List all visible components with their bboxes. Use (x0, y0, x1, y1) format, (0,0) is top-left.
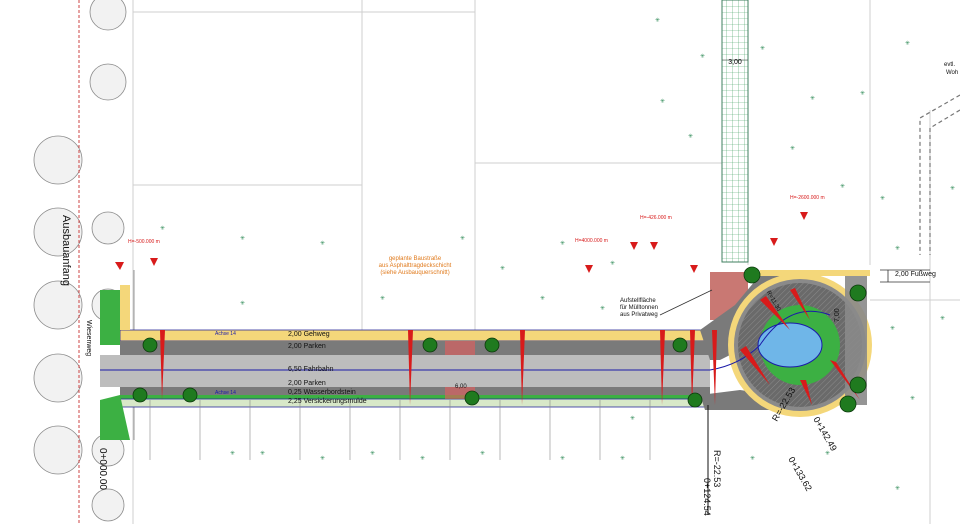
station-12454-label: 0+124.54 (702, 478, 712, 516)
site-plan-canvas: 3,00 ✳ ✳ ✳ ✳ ✳ ✳ ✳ ✳ ✳ ✳ ✳ ✳ ✳ ✳ ✳ ✳ ✳ ✳… (0, 0, 960, 524)
aufstell-label: Aufstellfläche für Mülltonnen aus Privat… (620, 298, 658, 319)
gehweg-label: 2,00 Gehweg (288, 331, 330, 338)
width-label-600: 6,00 (455, 384, 467, 390)
parken-top-label: 2,00 Parken (288, 343, 326, 350)
achse-label-top: Achse 14 (215, 331, 236, 337)
station-start-label: 0+000.00 (97, 448, 108, 490)
radius-2253b-label: R=-22.53 (770, 385, 798, 423)
achse-label-bottom: Achse 14 (215, 390, 236, 396)
radius-1130-label: R=11.30 (764, 290, 782, 313)
versickerung-label: 2,25 Versickerungsmulde (288, 398, 367, 405)
aufstell-line-2: für Mülltonnen (620, 305, 659, 311)
fahrbahn-label: 6,50 Fahrbahn (288, 366, 334, 373)
wiesenweg-label: Wiesenweg (85, 320, 92, 357)
width-label-700: 7,00 (834, 308, 841, 322)
station-14249-label: 0+142.49 (811, 415, 839, 453)
ausbauanfang-label: Ausbauanfang (60, 215, 72, 286)
radius-2253a-label: R=-22.53 (712, 450, 722, 488)
baustrasse-line-3: (siehe Ausbauquerschnitt) (380, 270, 450, 276)
parken-bottom-label: 2,00 Parken (288, 380, 326, 387)
evtl-label: evtl. (944, 62, 956, 68)
label-layer: Ausbauanfang Wiesenweg 0+000.00 geplante… (0, 0, 960, 524)
woh-label: Woh (946, 70, 959, 76)
hp-4-label: H=-2600.000 m (790, 195, 825, 201)
hp-3-label: H=-426.000 m (640, 215, 672, 221)
baustrasse-label: geplante Baustraße aus Asphalttragdecksc… (360, 256, 470, 277)
hp-1-label: H=-500.000 m (128, 239, 160, 245)
fussweg-label: 2,00 Fußweg (895, 271, 936, 278)
hp-2-label: H=4000.000 m (575, 238, 608, 244)
wasserbordstein-label: 0,25 Wasserbordstein (288, 389, 356, 396)
baustrasse-line-1: geplante Baustraße (388, 256, 442, 262)
aufstell-line-3: aus Privatweg (620, 312, 658, 318)
aufstell-line-1: Aufstellfläche (620, 298, 656, 304)
baustrasse-line-2: aus Asphalttragdeckschicht (378, 263, 452, 269)
station-13362-label: 0+133.62 (786, 455, 814, 493)
